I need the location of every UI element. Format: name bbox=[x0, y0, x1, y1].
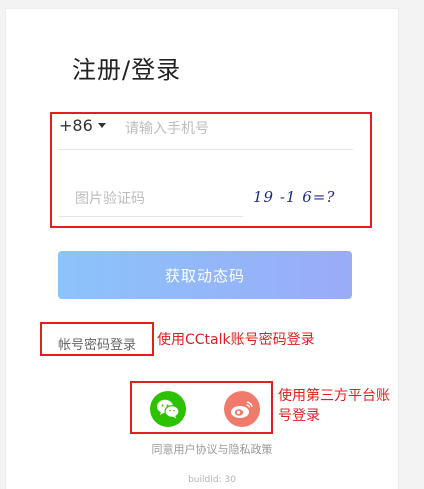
user-agreement-link[interactable]: 用户协议 bbox=[174, 443, 218, 456]
annotation-social-line2: 号登录 bbox=[278, 408, 320, 424]
phone-row: +86 bbox=[59, 114, 353, 150]
wechat-icon bbox=[157, 399, 180, 419]
get-otp-button[interactable]: 获取动态码 bbox=[58, 251, 352, 299]
agreement-conjunction: 与 bbox=[217, 443, 229, 456]
privacy-policy-link[interactable]: 隐私政策 bbox=[229, 443, 273, 456]
weibo-icon bbox=[231, 401, 253, 418]
weibo-login-button[interactable] bbox=[224, 391, 260, 427]
page-title: 注册/登录 bbox=[72, 56, 182, 84]
wechat-login-button[interactable] bbox=[150, 391, 186, 427]
caret-down-icon bbox=[97, 123, 106, 128]
build-id: buildId: 30 bbox=[188, 475, 236, 485]
captcha-row bbox=[59, 183, 243, 217]
captcha-image[interactable]: 19 -1 6=? bbox=[253, 188, 337, 214]
annotation-password-login: 使用CCtalk账号密码登录 bbox=[157, 332, 315, 348]
country-code-select[interactable]: +86 bbox=[59, 116, 106, 135]
password-login-link[interactable]: 帐号密码登录 bbox=[58, 334, 136, 353]
agreement-text: 同意用户协议与隐私政策 bbox=[0, 441, 424, 457]
captcha-input[interactable] bbox=[75, 187, 235, 211]
annotation-social-login: 使用第三方平台账 号登录 bbox=[278, 386, 390, 426]
country-code-label: +86 bbox=[59, 116, 93, 135]
annotation-social-line1: 使用第三方平台账 bbox=[278, 388, 390, 404]
phone-input[interactable] bbox=[125, 117, 345, 141]
agreement-prefix: 同意 bbox=[151, 443, 174, 456]
